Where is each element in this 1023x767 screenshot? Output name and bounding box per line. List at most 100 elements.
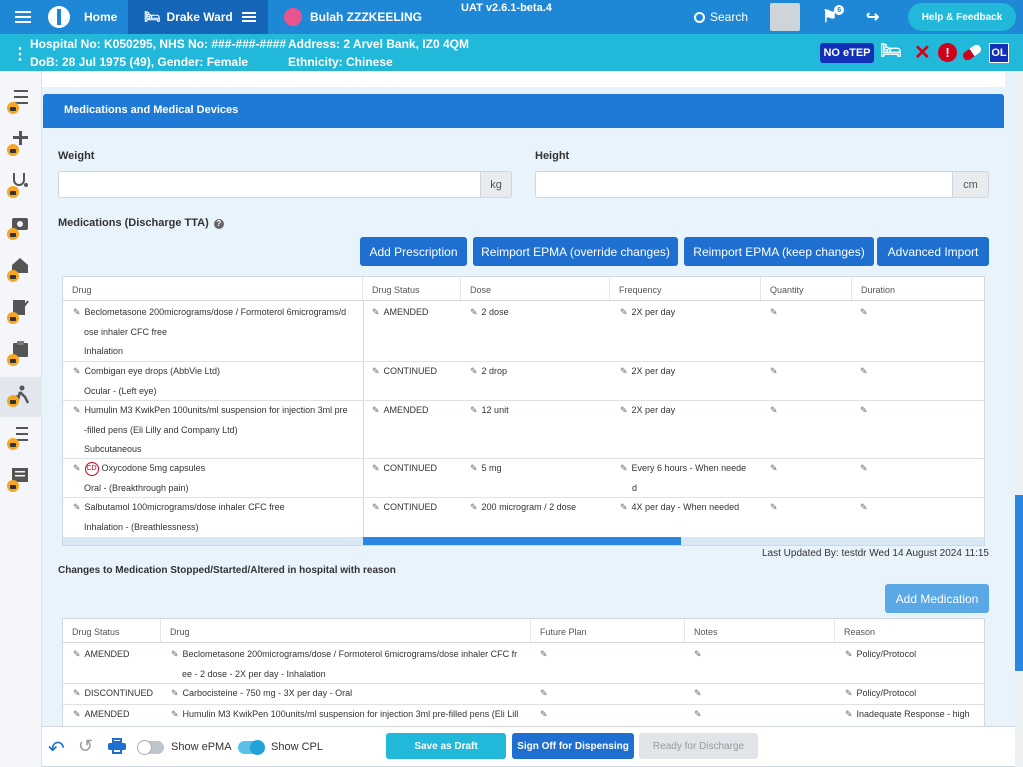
duration-cell[interactable]: ✎	[860, 401, 872, 421]
drug-status-cell[interactable]: ✎ CONTINUED	[372, 362, 437, 382]
frequency-cell[interactable]: ✎ 2X per day	[620, 303, 675, 323]
reimport-epma-keep-button[interactable]: Reimport EPMA (keep changes)	[684, 237, 874, 266]
edit-pencil-icon[interactable]: ✎	[470, 366, 478, 376]
sidebar-document-icon[interactable]	[6, 465, 38, 497]
edit-pencil-icon[interactable]: ✎	[171, 709, 179, 719]
edit-pencil-icon[interactable]: ✎	[540, 709, 548, 719]
save-draft-button[interactable]: Save as Draft	[386, 733, 506, 759]
quantity-cell[interactable]: ✎	[770, 459, 782, 479]
warning-alert-icon[interactable]: !	[938, 43, 957, 62]
col-header-dose[interactable]: Dose	[461, 277, 610, 301]
reason-cell[interactable]: ✎ Inadequate Response - high	[845, 705, 970, 725]
table-row[interactable]: ✎ Humulin M3 KwikPen 100units/ml suspensi…	[73, 401, 363, 460]
edit-pencil-icon[interactable]: ✎	[860, 366, 868, 376]
menu-icon[interactable]	[0, 0, 46, 34]
edit-pencil-icon[interactable]: ✎	[860, 502, 868, 512]
print-icon[interactable]	[108, 738, 126, 754]
frequency-cell[interactable]: ✎ 2X per day	[620, 362, 675, 382]
search-button[interactable]: Search	[694, 0, 748, 34]
col-header-drug[interactable]: Drug	[161, 619, 531, 643]
scrollbar-thumb[interactable]	[363, 537, 681, 545]
future-plan-cell[interactable]: ✎	[540, 645, 552, 665]
col-header-drug-status[interactable]: Drug Status	[63, 619, 161, 643]
edit-pencil-icon[interactable]: ✎	[694, 649, 702, 659]
edit-pencil-icon[interactable]: ✎	[73, 709, 81, 719]
frequency-cell[interactable]: ✎ 4X per day - When needed	[620, 498, 739, 518]
edit-pencil-icon[interactable]: ✎	[694, 688, 702, 698]
vertical-scrollbar-thumb[interactable]	[1015, 495, 1023, 671]
show-epma-toggle[interactable]	[137, 740, 164, 755]
edit-pencil-icon[interactable]: ✎	[372, 463, 380, 473]
edit-pencil-icon[interactable]: ✎	[860, 307, 868, 317]
flag-icon[interactable]: ⚑ 6	[822, 0, 847, 34]
edit-pencil-icon[interactable]: ✎	[73, 405, 81, 415]
table-row[interactable]: ✎ Salbutamol 100micrograms/dose inhaler C…	[73, 498, 363, 537]
sign-off-dispensing-button[interactable]: Sign Off for Dispensing	[512, 733, 634, 759]
table-row[interactable]: ✎ Beclometasone 200micrograms/dose / Form…	[73, 303, 363, 362]
vertical-scrollbar[interactable]	[1015, 71, 1023, 767]
bed-status-icon[interactable]: 🛏	[880, 41, 902, 61]
edit-pencil-icon[interactable]: ✎	[372, 502, 380, 512]
dose-cell[interactable]: ✎ 12 unit	[470, 401, 509, 421]
edit-pencil-icon[interactable]: ✎	[470, 405, 478, 415]
horizontal-scrollbar[interactable]	[63, 537, 984, 545]
duration-cell[interactable]: ✎	[860, 362, 872, 382]
edit-pencil-icon[interactable]: ✎	[620, 307, 628, 317]
edit-pencil-icon[interactable]: ✎	[620, 463, 628, 473]
edit-pencil-icon[interactable]: ✎	[770, 502, 778, 512]
quantity-cell[interactable]: ✎	[770, 498, 782, 518]
weight-input[interactable]	[58, 171, 481, 198]
drug-status-cell[interactable]: ✎ CONTINUED	[372, 459, 437, 479]
edit-pencil-icon[interactable]: ✎	[73, 688, 81, 698]
edit-pencil-icon[interactable]: ✎	[171, 688, 179, 698]
edit-pencil-icon[interactable]: ✎	[372, 366, 380, 376]
change-status-cell[interactable]: ✎ DISCONTINUED	[73, 684, 153, 704]
ward-menu-icon[interactable]	[241, 12, 256, 22]
sidebar-home-icon[interactable]	[6, 255, 38, 287]
edit-pencil-icon[interactable]: ✎	[73, 307, 81, 317]
sidebar-list-icon[interactable]	[6, 87, 38, 119]
edit-pencil-icon[interactable]: ✎	[470, 502, 478, 512]
future-plan-cell[interactable]: ✎	[540, 684, 552, 704]
add-prescription-button[interactable]: Add Prescription	[360, 237, 467, 266]
add-medication-button[interactable]: Add Medication	[885, 584, 989, 613]
help-feedback-button[interactable]: Help & Feedback	[908, 3, 1016, 31]
col-header-duration[interactable]: Duration	[852, 277, 984, 301]
sidebar-add-icon[interactable]	[6, 129, 38, 161]
table-row[interactable]: ✎ Combigan eye drops (AbbVie Ltd) Ocular …	[73, 362, 363, 401]
ready-for-discharge-button[interactable]: Ready for Discharge	[639, 733, 758, 759]
change-status-cell[interactable]: ✎ AMENDED	[73, 705, 130, 725]
edit-pencil-icon[interactable]: ✎	[694, 709, 702, 719]
dose-cell[interactable]: ✎ 2 dose	[470, 303, 509, 323]
edit-pencil-icon[interactable]: ✎	[620, 366, 628, 376]
edit-pencil-icon[interactable]: ✎	[540, 688, 548, 698]
drug-status-cell[interactable]: ✎ CONTINUED	[372, 498, 437, 518]
ol-badge[interactable]: OL	[989, 43, 1009, 63]
edit-pencil-icon[interactable]: ✎	[620, 502, 628, 512]
sidebar-camera-icon[interactable]	[6, 213, 38, 245]
quantity-cell[interactable]: ✎	[770, 362, 782, 382]
ward-breadcrumb[interactable]: 🛏 Drake Ward	[128, 0, 268, 34]
change-drug-cell[interactable]: ✎ Humulin M3 KwikPen 100units/ml suspensi…	[171, 705, 531, 725]
change-drug-cell[interactable]: ✎ Carbocisteine - 750 mg - 3X per day - O…	[171, 684, 531, 704]
patient-breadcrumb[interactable]: Bulah ZZZKEELING	[284, 0, 422, 34]
edit-pencil-icon[interactable]: ✎	[845, 688, 853, 698]
notes-cell[interactable]: ✎	[694, 705, 706, 725]
drug-status-cell[interactable]: ✎ AMENDED	[372, 401, 429, 421]
edit-pencil-icon[interactable]: ✎	[770, 307, 778, 317]
table-row[interactable]: ✎ CD Oxycodone 5mg capsules Oral - (Breakt…	[73, 459, 363, 498]
edit-pencil-icon[interactable]: ✎	[470, 463, 478, 473]
edit-pencil-icon[interactable]: ✎	[620, 405, 628, 415]
frequency-cell[interactable]: ✎ 2X per day	[620, 401, 675, 421]
user-avatar[interactable]	[770, 0, 800, 34]
close-alert-icon[interactable]: ✕	[914, 40, 931, 65]
sidebar-stethoscope-icon[interactable]	[6, 171, 38, 203]
col-header-reason[interactable]: Reason	[835, 619, 984, 643]
etep-badge[interactable]: NO eTEP	[820, 43, 874, 63]
future-plan-cell[interactable]: ✎	[540, 705, 552, 725]
change-status-cell[interactable]: ✎ AMENDED	[73, 645, 130, 665]
edit-pencil-icon[interactable]: ✎	[372, 307, 380, 317]
duration-cell[interactable]: ✎	[860, 459, 872, 479]
quantity-cell[interactable]: ✎	[770, 303, 782, 323]
notes-cell[interactable]: ✎	[694, 684, 706, 704]
